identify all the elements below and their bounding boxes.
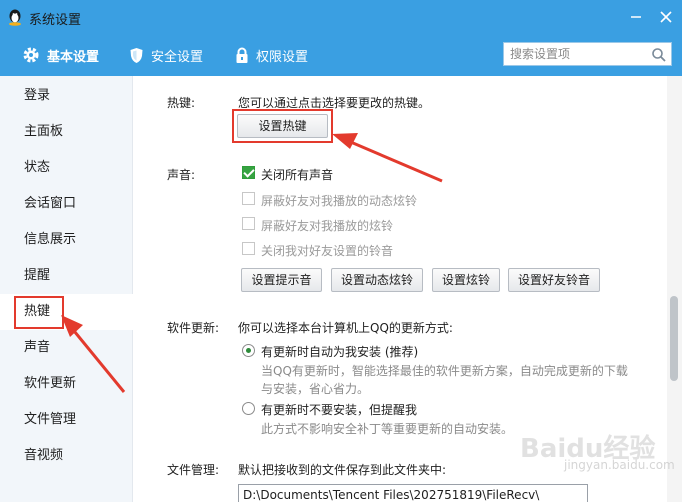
tab-permission-settings[interactable]: 权限设置 [235,43,308,67]
block-ringtone-label: 屏蔽好友对我播放的炫铃 [261,219,394,233]
notify-only-label: 有更新时不要安装，但提醒我 [261,403,418,417]
set-ringtone-button[interactable]: 设置炫铃 [432,268,500,292]
mute-all-sounds-checkbox[interactable] [242,166,255,179]
set-hotkey-button[interactable]: 设置热键 [237,114,328,138]
files-section-label: 文件管理: [167,463,220,477]
disable-friend-ringtone-label: 关闭我对好友设置的铃音 [261,244,394,258]
set-notify-sound-button[interactable]: 设置提示音 [241,268,322,292]
scrollbar-thumb[interactable] [670,296,678,381]
settings-window: 系统设置 基本设置 安全设置 权限设置 搜索设置项 登录 主面板 状态 会话窗口… [0,0,682,502]
scrollbar-track[interactable] [667,76,682,502]
lock-icon [236,47,248,63]
update-description: 你可以选择本台计算机上QQ的更新方式: [238,321,453,335]
disable-friend-ringtone-checkbox[interactable] [242,242,255,255]
title-bar: 系统设置 [0,0,682,34]
minimize-icon [631,16,641,18]
file-save-path-field[interactable]: D:\Documents\Tencent Files\202751819\Fil… [238,484,588,502]
sidebar-item-audio-video[interactable]: 音视频 [0,438,133,474]
auto-install-desc-line1: 当QQ有更新时，智能选择最佳的软件更新方案，自动完成更新的下载 [261,364,628,378]
tab-security-settings-label: 安全设置 [151,49,204,65]
search-box [503,42,672,66]
close-icon [660,11,672,23]
watermark-subtext: jingyan.baidu.com [564,458,675,472]
sidebar-item-file-management[interactable]: 文件管理 [0,402,133,438]
sidebar-item-login[interactable]: 登录 [0,78,133,114]
files-description: 默认把接收到的文件保存到此文件夹中: [238,463,447,477]
hotkey-section-label: 热键: [167,96,196,110]
sidebar-item-status[interactable]: 状态 [0,150,133,186]
tab-basic-settings-label: 基本设置 [47,49,100,65]
notify-only-desc: 此方式不影响安全补丁等重要更新的自动安装。 [261,422,514,436]
set-dynamic-ringtone-button[interactable]: 设置动态炫铃 [331,268,423,292]
sidebar-item-main-panel[interactable]: 主面板 [0,114,133,150]
sidebar-item-hotkey[interactable]: 热键 [0,294,133,330]
tab-basic-settings[interactable]: 基本设置 [22,43,99,67]
minimize-button[interactable] [626,7,646,27]
sound-section-label: 声音: [167,168,196,182]
tab-permission-settings-label: 权限设置 [256,49,309,65]
sidebar-item-info-display[interactable]: 信息展示 [0,222,133,258]
block-ringtone-checkbox[interactable] [242,217,255,230]
shield-icon [130,47,143,63]
notify-only-radio[interactable] [242,402,255,415]
update-section-label: 软件更新: [167,321,220,335]
gear-icon [23,47,39,63]
search-icon[interactable] [651,47,667,63]
tab-security-settings[interactable]: 安全设置 [129,43,203,67]
sidebar-item-chat-window[interactable]: 会话窗口 [0,186,133,222]
close-button[interactable] [656,7,676,27]
qq-penguin-icon [9,9,21,26]
window-title: 系统设置 [29,13,82,28]
auto-install-desc-line2: 与安装，省心省力。 [261,382,370,396]
sidebar-item-sound[interactable]: 声音 [0,330,133,366]
sidebar-item-reminder[interactable]: 提醒 [0,258,133,294]
search-input[interactable] [510,46,640,62]
set-friend-ringtone-button[interactable]: 设置好友铃音 [508,268,600,292]
auto-install-label: 有更新时自动为我安装 (推荐) [261,345,419,359]
auto-install-radio[interactable] [242,344,255,357]
block-dynamic-ringtone-checkbox[interactable] [242,192,255,205]
hotkey-highlight-box [14,296,64,329]
mute-all-sounds-label: 关闭所有声音 [261,168,334,182]
sidebar-item-software-update[interactable]: 软件更新 [0,366,133,402]
sidebar: 登录 主面板 状态 会话窗口 信息展示 提醒 热键 声音 软件更新 文件管理 音… [0,76,133,502]
block-dynamic-ringtone-label: 屏蔽好友对我播放的动态炫铃 [261,194,418,208]
